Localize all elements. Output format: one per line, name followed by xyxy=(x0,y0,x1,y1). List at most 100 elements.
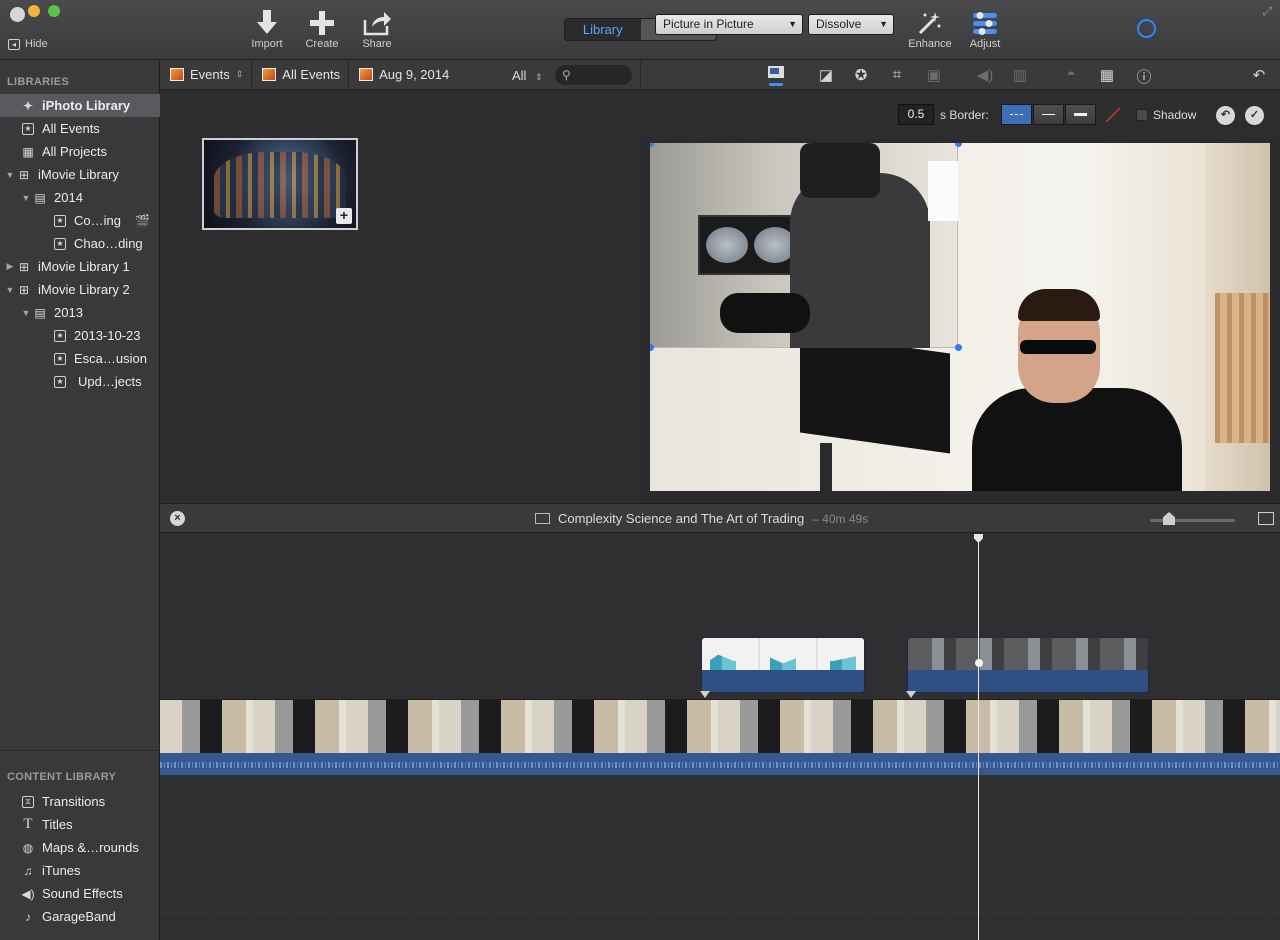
sidebar-item-event[interactable]: ★ Co…ing 🎬 xyxy=(0,209,160,232)
playhead[interactable] xyxy=(978,537,979,940)
timeline[interactable] xyxy=(160,534,1280,940)
sidebar-item-imovie-library[interactable]: ▼ ⊞ iMovie Library xyxy=(0,163,160,186)
stepper-icon: ⇕ xyxy=(535,72,543,82)
clapper-icon: 🎬 xyxy=(134,213,150,228)
project-duration: – 40m 49s xyxy=(812,511,869,526)
share-button[interactable]: Share xyxy=(347,8,407,50)
disclosure-collapsed-icon[interactable]: ▶ xyxy=(4,261,16,272)
speaker-icon: ◀) xyxy=(21,886,35,901)
timeline-zoom-slider[interactable] xyxy=(1150,519,1235,522)
pip-resize-handle[interactable] xyxy=(955,344,962,351)
breadcrumb-label: Aug 9, 2014 xyxy=(379,67,450,82)
project-film-icon xyxy=(535,513,550,524)
cutaway-clip-chart[interactable] xyxy=(701,637,865,693)
sidebar-item-event[interactable]: ★ Esca…usion xyxy=(0,347,160,370)
sidebar-item-maps[interactable]: ◍ Maps &…rounds xyxy=(0,836,160,859)
sidebar-item-event[interactable]: ★ Upd…jects xyxy=(0,370,160,393)
breadcrumb-date[interactable]: Aug 9, 2014 xyxy=(349,60,457,90)
disclosure-expanded-icon[interactable]: ▼ xyxy=(4,285,16,295)
stabilization-icon[interactable]: ▣ xyxy=(924,66,944,84)
sidebar-item-event[interactable]: ★ 2013-10-23 xyxy=(0,324,160,347)
sidebar-item-label: Maps &…rounds xyxy=(42,840,139,855)
breadcrumb-all-events[interactable]: All Events xyxy=(252,59,350,90)
search-input[interactable]: ⚲ xyxy=(555,65,632,85)
border-dashed-button[interactable] xyxy=(1001,104,1032,125)
crop-icon[interactable]: ⌗ xyxy=(887,66,907,83)
border-color-none-icon[interactable] xyxy=(1104,106,1122,124)
volume-icon[interactable]: ◀) xyxy=(975,66,995,84)
globe-icon: ◍ xyxy=(22,840,34,855)
sidebar-item-imovie-library-2[interactable]: ▼ ⊞ iMovie Library 2 xyxy=(0,278,160,301)
primary-clip-audio-waveform xyxy=(160,753,1280,775)
star-box-icon: ★ xyxy=(54,375,66,388)
sidebar-item-transitions[interactable]: ⧖ Transitions xyxy=(0,790,160,813)
playhead-handle-icon[interactable] xyxy=(974,534,983,543)
overlay-style-dropdown[interactable]: Picture in Picture ▼ xyxy=(655,14,803,35)
adjust-label: Adjust xyxy=(969,38,1001,50)
event-icon xyxy=(262,68,277,81)
speed-icon[interactable]: ◓ xyxy=(1061,66,1081,83)
clip-thumbnail[interactable]: + xyxy=(202,138,358,230)
close-window-button[interactable] xyxy=(10,7,25,22)
pip-hands xyxy=(720,293,810,333)
transition-duration-field[interactable]: 0.5 xyxy=(898,104,934,125)
sidebar-item-garageband[interactable]: ♪ GarageBand xyxy=(0,905,160,928)
info-icon[interactable]: ⓘ xyxy=(1134,66,1154,87)
sidebar-item-titles[interactable]: T Titles xyxy=(0,813,160,836)
import-button[interactable]: Import xyxy=(237,8,297,50)
fullscreen-icon[interactable]: ⤢ xyxy=(1262,4,1272,19)
sidebar-item-imovie-library-1[interactable]: ▶ ⊞ iMovie Library 1 xyxy=(0,255,160,278)
transition-dropdown[interactable]: Dissolve ▼ xyxy=(808,14,894,35)
sidebar-divider xyxy=(0,750,160,751)
noise-reduction-icon[interactable]: ▥ xyxy=(1010,66,1030,84)
add-clip-icon[interactable]: + xyxy=(336,208,352,224)
hide-sidebar-button[interactable]: ◂ Hide xyxy=(8,38,48,50)
minimize-window-button[interactable] xyxy=(28,5,40,17)
create-button[interactable]: Create xyxy=(292,8,352,50)
adjust-sliders-icon xyxy=(955,8,1015,38)
stepper-icon: ⇕ xyxy=(235,69,244,79)
sidebar-item-event[interactable]: ★ Chao…ding xyxy=(0,232,160,255)
color-correction-icon[interactable]: ✪ xyxy=(851,66,871,84)
reset-overlay-button[interactable]: ↶ xyxy=(1216,106,1235,125)
border-thin-button[interactable] xyxy=(1033,104,1064,125)
sidebar-item-all-projects[interactable]: ▦ All Projects xyxy=(0,140,160,163)
sidebar-item-sound-effects[interactable]: ◀) Sound Effects xyxy=(0,882,160,905)
share-label: Share xyxy=(362,38,392,50)
sidebar-item-2013[interactable]: ▼ ▤ 2013 xyxy=(0,301,160,324)
zoom-window-button[interactable] xyxy=(48,5,60,17)
disclosure-expanded-icon[interactable]: ▼ xyxy=(20,193,32,203)
enhance-button[interactable]: Enhance xyxy=(900,8,960,50)
pip-clip-vr[interactable] xyxy=(907,637,1149,693)
pip-banner xyxy=(928,161,958,221)
border-thick-button[interactable] xyxy=(1065,104,1096,125)
video-overlay-settings-icon[interactable] xyxy=(766,64,786,90)
timeline-zoom-knob[interactable] xyxy=(1163,512,1175,525)
clip-appearance-icon[interactable] xyxy=(1258,512,1274,525)
color-balance-icon[interactable]: ◪ xyxy=(816,66,836,84)
sidebar-item-all-events[interactable]: ★ All Events xyxy=(0,117,160,140)
clip-filter-icon[interactable]: ▦ xyxy=(1097,66,1117,84)
timeline-header: × Complexity Science and The Art of Trad… xyxy=(160,503,1280,533)
sidebar-item-label: iTunes xyxy=(42,863,81,878)
video-viewer[interactable] xyxy=(650,143,1270,491)
tab-library[interactable]: Library xyxy=(565,19,641,40)
adjust-button[interactable]: Adjust xyxy=(955,8,1015,50)
disclosure-expanded-icon[interactable]: ▼ xyxy=(20,308,32,318)
picture-in-picture-overlay[interactable] xyxy=(650,143,958,348)
reset-icon[interactable]: ↶ xyxy=(1249,66,1269,84)
event-icon xyxy=(170,68,184,81)
close-project-button[interactable]: × xyxy=(170,511,185,526)
disclosure-expanded-icon[interactable]: ▼ xyxy=(4,170,16,180)
shadow-checkbox[interactable] xyxy=(1136,109,1148,121)
pip-person-body xyxy=(790,173,930,348)
primary-storyline-clip[interactable] xyxy=(160,699,1280,775)
clip-filter-dropdown[interactable]: All ⇕ xyxy=(512,68,543,83)
sidebar-item-iphoto-library[interactable]: ✦ iPhoto Library xyxy=(0,94,160,117)
sidebar-item-itunes[interactable]: ♫ iTunes xyxy=(0,859,160,882)
sidebar-item-2014[interactable]: ▼ ▤ 2014 xyxy=(0,186,160,209)
activity-indicator-icon[interactable] xyxy=(1137,19,1156,38)
breadcrumb-events[interactable]: Events ⇕ xyxy=(160,59,253,90)
apply-button[interactable]: ✓ xyxy=(1245,106,1264,125)
search-icon: ⚲ xyxy=(562,68,571,82)
